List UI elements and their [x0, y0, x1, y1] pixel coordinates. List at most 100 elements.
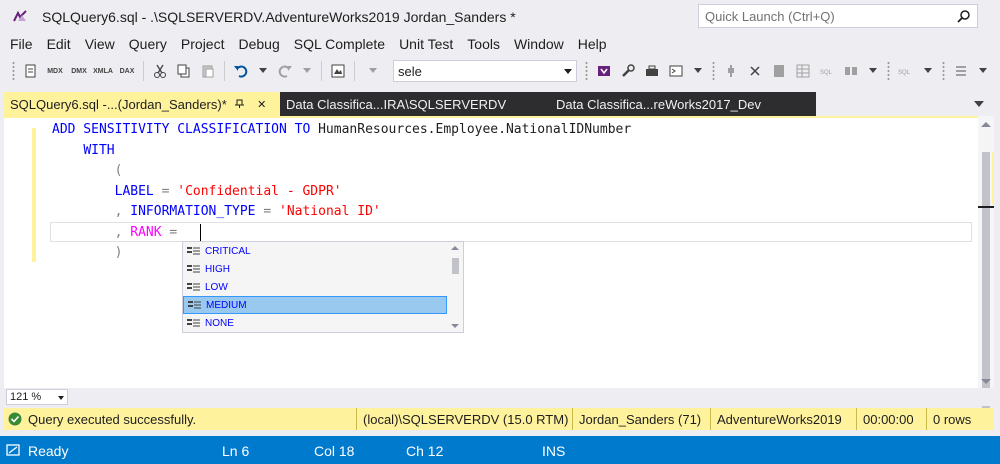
- toolbox-icon: [646, 65, 658, 76]
- connect-icon: [750, 66, 760, 76]
- status-bar: Ready Ln 6 Col 18 Ch 12 INS: [0, 436, 1000, 464]
- sql-editor[interactable]: ADD SENSITIVITY CLASSIFICATION TO HumanR…: [4, 116, 978, 388]
- toolbar-grip[interactable]: [942, 61, 945, 81]
- zoom-combo[interactable]: 121 %: [6, 389, 68, 405]
- toolbar-grip[interactable]: [712, 61, 715, 81]
- editor-horizontal-bar: 121 %: [4, 388, 994, 406]
- svg-text:SQL: SQL: [820, 70, 833, 76]
- xmla-query-button[interactable]: XMLA: [92, 60, 114, 82]
- align-icon: [956, 66, 966, 76]
- sql-tools-button[interactable]: SQL: [895, 60, 917, 82]
- scroll-up-icon[interactable]: [451, 246, 459, 250]
- user-info: Jordan_Sanders (71): [572, 408, 701, 430]
- tab-label: Data Classifica...reWorks2017_Dev: [556, 96, 761, 112]
- toolbar-grip[interactable]: [585, 61, 588, 81]
- sql-button[interactable]: SQL: [816, 60, 838, 82]
- redo-icon: [278, 65, 292, 78]
- server-button[interactable]: [768, 60, 790, 82]
- tab-sqlquery6[interactable]: SQLQuery6.sql -...(Jordan_Sanders)* ✕: [4, 92, 280, 116]
- tab-data-classification-sqlserverdv[interactable]: Data Classifica...IRA\SQLSERVERDV: [280, 92, 552, 116]
- grid-button[interactable]: [792, 60, 814, 82]
- database-value: sele: [398, 63, 422, 79]
- database-combo[interactable]: sele: [393, 60, 577, 82]
- code-line-4: LABEL = 'Confidential - GDPR': [114, 183, 342, 199]
- toolbox-button[interactable]: [641, 60, 663, 82]
- grid-icon: [796, 64, 810, 78]
- menu-tools[interactable]: Tools: [461, 36, 508, 52]
- scissors-icon: [154, 64, 166, 78]
- menu-file[interactable]: File: [4, 36, 41, 52]
- completion-item-low[interactable]: LOW: [183, 278, 447, 296]
- results-button[interactable]: [327, 60, 349, 82]
- toolbar-separator: [321, 61, 322, 81]
- editor-vertical-scrollbar[interactable]: [978, 116, 994, 414]
- menu-sql-complete[interactable]: SQL Complete: [288, 36, 393, 52]
- completion-item-medium[interactable]: MEDIUM: [183, 296, 447, 314]
- toolbar-dropdown[interactable]: [973, 60, 993, 82]
- connect-object-button[interactable]: [744, 60, 766, 82]
- copy-button[interactable]: [173, 60, 195, 82]
- menu-debug[interactable]: Debug: [232, 36, 287, 52]
- dmx-query-button[interactable]: DMX: [68, 60, 90, 82]
- pin-icon[interactable]: [234, 99, 245, 109]
- xmla-label: XMLA: [93, 67, 113, 75]
- dax-label: DAX: [119, 67, 135, 75]
- format-button[interactable]: [840, 60, 862, 82]
- menu-window[interactable]: Window: [508, 36, 572, 52]
- dax-query-button[interactable]: DAX: [116, 60, 138, 82]
- close-icon[interactable]: ✕: [255, 98, 269, 111]
- completion-list[interactable]: CRITICAL HIGH LOW MEDIUM NONE: [182, 241, 464, 333]
- new-query-button[interactable]: [20, 60, 42, 82]
- undo-button[interactable]: [230, 60, 252, 82]
- cut-button[interactable]: [149, 60, 171, 82]
- chevron-down-icon: [924, 68, 932, 73]
- menu-view[interactable]: View: [79, 36, 123, 52]
- enum-member-icon: [188, 301, 201, 309]
- ssms-app-icon: [13, 10, 27, 22]
- change-tracking-gutter: [32, 128, 36, 262]
- scroll-up-icon[interactable]: [981, 122, 991, 127]
- tab-label: SQLQuery6.sql -...(Jordan_Sanders)*: [10, 96, 227, 112]
- properties-button[interactable]: [617, 60, 639, 82]
- scroll-down-icon[interactable]: [981, 379, 991, 384]
- mdx-query-button[interactable]: MDX: [44, 60, 66, 82]
- paste-icon: [202, 65, 214, 78]
- tab-overflow-dropdown[interactable]: [974, 98, 988, 110]
- menu-unit-test[interactable]: Unit Test: [393, 36, 461, 52]
- scroll-down-icon[interactable]: [451, 324, 459, 328]
- svg-text:SQL: SQL: [898, 70, 911, 76]
- chevron-down-icon: [259, 68, 267, 73]
- redo-button[interactable]: [274, 60, 296, 82]
- chevron-down-icon: [694, 68, 702, 73]
- title-bar: SQLQuery6.sql - .\SQLSERVERDV.AdventureW…: [0, 0, 1000, 34]
- completion-item-high[interactable]: HIGH: [183, 260, 447, 278]
- scrollbar-thumb[interactable]: [982, 152, 990, 414]
- window-title: SQLQuery6.sql - .\SQLSERVERDV.AdventureW…: [42, 9, 516, 25]
- terminal-button[interactable]: [665, 60, 687, 82]
- chevron-down-icon: [979, 68, 987, 73]
- toolbar-dropdown[interactable]: [688, 60, 708, 82]
- toolbar-grip[interactable]: [887, 61, 890, 81]
- paste-button[interactable]: [197, 60, 219, 82]
- connect-button[interactable]: [720, 60, 742, 82]
- scrollbar-thumb[interactable]: [452, 258, 459, 274]
- toolbar-dropdown[interactable]: [918, 60, 938, 82]
- menu-help[interactable]: Help: [572, 36, 615, 52]
- redo-dropdown[interactable]: [297, 60, 317, 82]
- undo-dropdown[interactable]: [253, 60, 273, 82]
- toolbar-grip[interactable]: [12, 61, 15, 81]
- tab-data-classification-adventureworks2017[interactable]: Data Classifica...reWorks2017_Dev: [552, 92, 816, 116]
- menu-edit[interactable]: Edit: [41, 36, 79, 52]
- align-button[interactable]: [950, 60, 972, 82]
- toolbar-dropdown[interactable]: [863, 60, 883, 82]
- completion-scrollbar[interactable]: [447, 242, 463, 332]
- visual-studio-button[interactable]: [593, 60, 615, 82]
- toolbar-separator: [143, 61, 144, 81]
- quick-launch-input[interactable]: Quick Launch (Ctrl+Q): [698, 4, 978, 28]
- dmx-label: DMX: [71, 67, 87, 75]
- toolbar-dropdown[interactable]: [359, 60, 387, 82]
- completion-item-none[interactable]: NONE: [183, 314, 447, 332]
- completion-item-critical[interactable]: CRITICAL: [183, 242, 447, 260]
- menu-project[interactable]: Project: [175, 36, 233, 52]
- menu-query[interactable]: Query: [123, 36, 175, 52]
